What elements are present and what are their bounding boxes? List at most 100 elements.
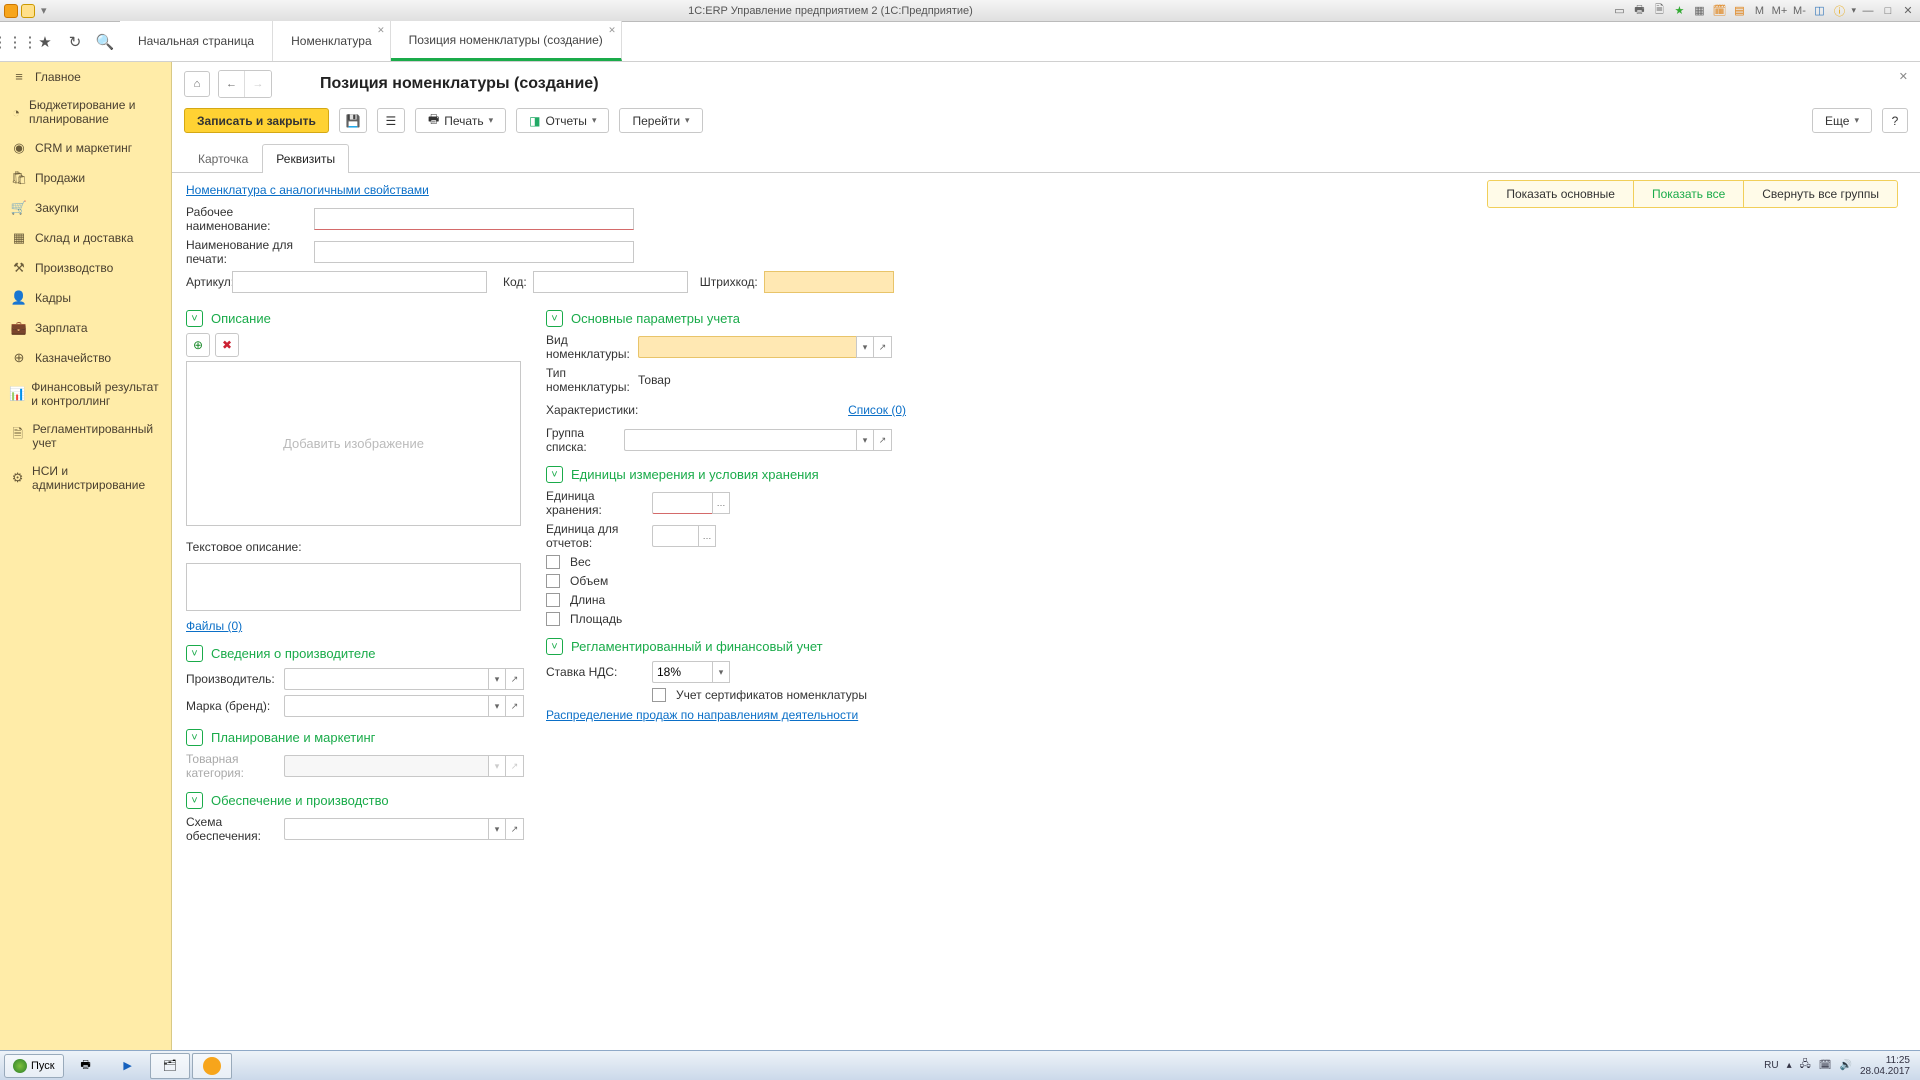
add-image-button[interactable]: ⊕	[186, 333, 210, 357]
doc-icon[interactable]: 🗎	[1651, 3, 1667, 19]
save-close-button[interactable]: Записать и закрыть	[184, 108, 329, 133]
calendar-icon[interactable]: 🗓	[1711, 3, 1727, 19]
supply-scheme-input[interactable]	[284, 818, 488, 840]
clock[interactable]: 11:25 28.04.2017	[1860, 1055, 1910, 1077]
article-input[interactable]	[232, 271, 487, 293]
close-tab-icon[interactable]: ✕	[608, 25, 616, 36]
star-icon[interactable]: ★	[1671, 3, 1687, 19]
close-tab-icon[interactable]: ✕	[377, 25, 385, 36]
sidebar-item-hr[interactable]: 👤Кадры	[0, 283, 171, 313]
brand-input[interactable]	[284, 695, 488, 717]
similar-items-link[interactable]: Номенклатура с аналогичными свойствами	[186, 183, 429, 197]
area-checkbox[interactable]	[546, 612, 560, 626]
subtab-props[interactable]: Реквизиты	[262, 144, 349, 173]
list-button[interactable]: ☰	[377, 108, 405, 133]
apps-icon[interactable]: ⋮⋮⋮	[0, 22, 30, 61]
goto-button[interactable]: Перейти▾	[619, 108, 702, 133]
image-placeholder[interactable]: Добавить изображение	[186, 361, 521, 526]
tab-nomenclature[interactable]: Номенклатура✕	[273, 21, 391, 61]
minimize-icon[interactable]: —	[1860, 3, 1876, 19]
delete-image-button[interactable]: ✖	[215, 333, 239, 357]
dropdown-icon[interactable]: ▾	[488, 668, 506, 690]
open-icon[interactable]: ↗	[506, 818, 524, 840]
taskbar-app[interactable]: 🗂	[150, 1053, 190, 1079]
close-page-icon[interactable]: ✕	[1899, 70, 1908, 83]
open-icon[interactable]: ↗	[506, 668, 524, 690]
more-button[interactable]: Еще▾	[1812, 108, 1872, 133]
dropdown-icon[interactable]: ▾	[856, 336, 874, 358]
print-button[interactable]: 🖶Печать▾	[415, 108, 506, 133]
tray-icon[interactable]: 🖧	[1800, 1057, 1811, 1074]
forward-button[interactable]: →	[245, 71, 271, 97]
collapse-toggle-icon[interactable]: ˅	[546, 466, 563, 483]
m-plus-icon[interactable]: M+	[1771, 3, 1787, 19]
favorite-icon[interactable]: ★	[30, 22, 60, 61]
cert-checkbox[interactable]	[652, 688, 666, 702]
sidebar-item-production[interactable]: ⚒Производство	[0, 253, 171, 283]
m-minus-icon[interactable]: M-	[1791, 3, 1807, 19]
sidebar-item-admin[interactable]: ⚙НСИ и администрирование	[0, 457, 171, 499]
collapse-toggle-icon[interactable]: ˅	[186, 729, 203, 746]
maximize-icon[interactable]: □	[1880, 3, 1896, 19]
collapse-toggle-icon[interactable]: ˅	[186, 310, 203, 327]
close-icon[interactable]: ✕	[1900, 3, 1916, 19]
pill-collapse-all[interactable]: Свернуть все группы	[1744, 181, 1897, 207]
sidebar-item-treasury[interactable]: ⊕Казначейство	[0, 343, 171, 373]
ellipsis-icon[interactable]: …	[712, 492, 730, 514]
search-icon[interactable]: 🔍	[90, 22, 120, 61]
code-input[interactable]	[533, 271, 688, 293]
subtab-card[interactable]: Карточка	[184, 144, 262, 173]
grid-icon[interactable]: ▦	[1691, 3, 1707, 19]
m-icon[interactable]: M	[1751, 3, 1767, 19]
dropdown-indicator[interactable]: ▾	[41, 4, 47, 17]
collapse-toggle-icon[interactable]: ˅	[546, 638, 563, 655]
store-unit-input[interactable]	[652, 492, 712, 514]
taskbar-app-1c[interactable]	[192, 1053, 232, 1079]
sales-distribution-link[interactable]: Распределение продаж по направлениям дея…	[546, 708, 858, 722]
lang-indicator[interactable]: RU	[1764, 1060, 1778, 1071]
work-name-input[interactable]	[314, 208, 634, 230]
taskbar-app[interactable]: ▶	[108, 1053, 148, 1079]
print-name-input[interactable]	[314, 241, 634, 263]
help-button[interactable]: ?	[1882, 108, 1908, 133]
length-checkbox[interactable]	[546, 593, 560, 607]
open-icon[interactable]: ↗	[506, 695, 524, 717]
sidebar-item-purchases[interactable]: 🛒Закупки	[0, 193, 171, 223]
report-unit-input[interactable]	[652, 525, 698, 547]
tray-icon[interactable]: 🗓	[1819, 1060, 1832, 1071]
kind-input[interactable]	[638, 336, 856, 358]
save-button[interactable]: 💾	[339, 108, 367, 133]
history-icon[interactable]: ↻	[60, 22, 90, 61]
text-desc-input[interactable]	[186, 563, 521, 611]
reports-button[interactable]: ◨Отчеты▾	[516, 108, 609, 133]
pill-show-all[interactable]: Показать все	[1634, 181, 1744, 207]
open-icon[interactable]: ↗	[874, 336, 892, 358]
collapse-toggle-icon[interactable]: ˅	[546, 310, 563, 327]
sidebar-item-budget[interactable]: ◔Бюджетирование и планирование	[0, 91, 171, 133]
files-link[interactable]: Файлы (0)	[186, 619, 242, 633]
ellipsis-icon[interactable]: …	[698, 525, 716, 547]
sidebar-item-sales[interactable]: 🛍Продажи	[0, 163, 171, 193]
home-button[interactable]: ⌂	[184, 71, 210, 97]
info-icon[interactable]: ⓘ	[1831, 3, 1847, 19]
vat-input[interactable]	[652, 661, 712, 683]
sidebar-item-main[interactable]: ≡Главное	[0, 62, 171, 91]
dropdown-icon[interactable]: ▾	[856, 429, 874, 451]
panel-icon[interactable]: ▭	[1611, 3, 1627, 19]
print-icon[interactable]: 🖶	[1631, 3, 1647, 19]
start-button[interactable]: Пуск	[4, 1054, 64, 1078]
sidebar-item-warehouse[interactable]: ▦Склад и доставка	[0, 223, 171, 253]
weight-checkbox[interactable]	[546, 555, 560, 569]
dropdown-icon[interactable]: ▾	[488, 695, 506, 717]
collapse-toggle-icon[interactable]: ˅	[186, 645, 203, 662]
collapse-toggle-icon[interactable]: ˅	[186, 792, 203, 809]
table-icon[interactable]: ▤	[1731, 3, 1747, 19]
sidebar-item-regulated[interactable]: 🗎Регламентированный учет	[0, 415, 171, 457]
back-button[interactable]: ←	[219, 71, 245, 97]
taskbar-app[interactable]: 🖶	[66, 1053, 106, 1079]
barcode-input[interactable]	[764, 271, 894, 293]
characteristics-link[interactable]: Список (0)	[848, 403, 906, 417]
window-menu-icon[interactable]	[21, 4, 35, 18]
tray-icon[interactable]: 🔊	[1839, 1060, 1851, 1071]
open-icon[interactable]: ↗	[874, 429, 892, 451]
